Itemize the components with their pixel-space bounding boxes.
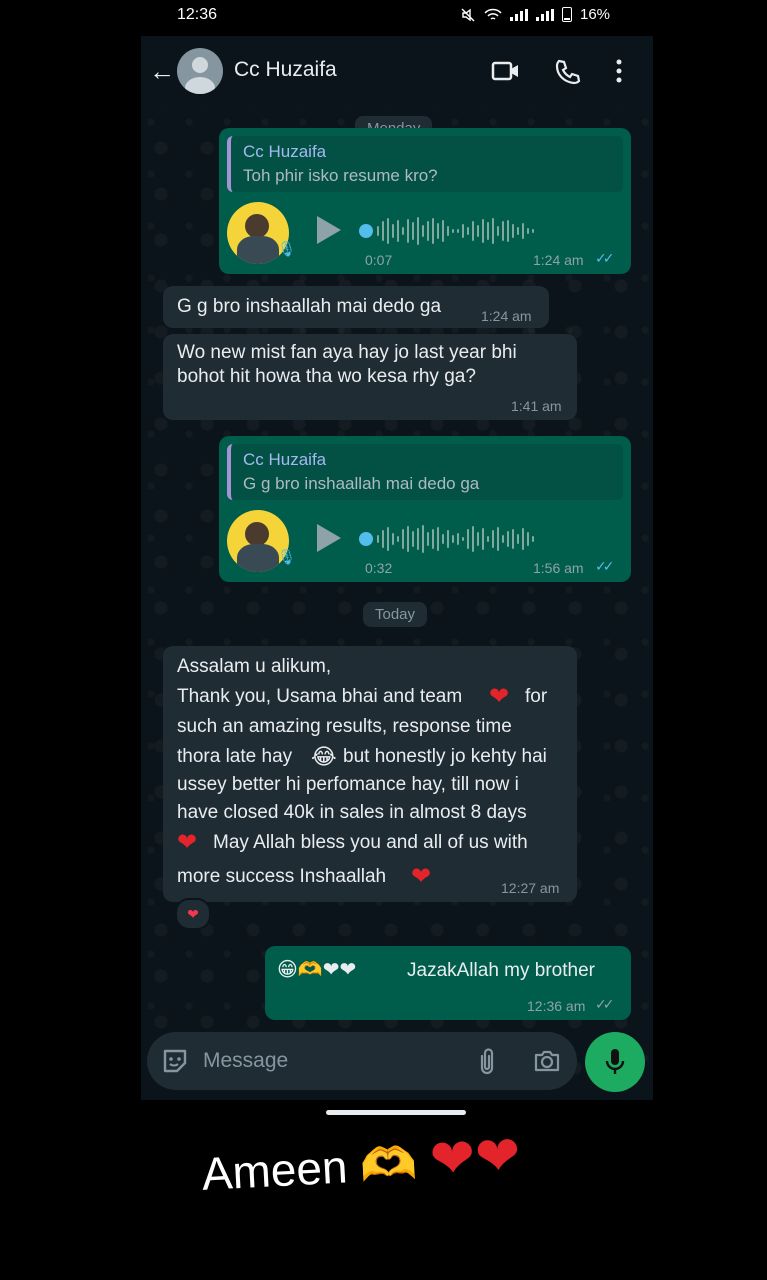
message-incoming[interactable]: Assalam u alikum, Thank you, Usama bhai … [163, 646, 577, 902]
attach-icon[interactable] [477, 1046, 497, 1076]
read-ticks-icon: ✓✓ [595, 558, 615, 574]
sticker-icon[interactable] [161, 1047, 189, 1075]
heart-hands-emoji: 🫶 [358, 1136, 419, 1192]
message-text-line: thora late hay [177, 746, 293, 767]
message-text: JazakAllah my brother [407, 960, 595, 981]
seek-handle[interactable] [359, 224, 373, 238]
message-text-line: Assalam u alikum, [177, 656, 332, 677]
message-time: 1:56 am [533, 560, 584, 576]
voice-duration: 0:32 [365, 560, 393, 576]
wifi-icon [484, 8, 502, 20]
message-text-line: have closed 40k in sales in almost 8 day… [177, 802, 527, 823]
reaction-badge[interactable]: ❤ [175, 898, 211, 930]
quoted-message[interactable]: Cc Huzaifa Toh phir isko resume kro? [227, 136, 623, 192]
voice-message-outgoing[interactable]: Cc Huzaifa G g bro inshaallah mai dedo g… [219, 436, 631, 582]
voice-call-icon[interactable] [553, 58, 581, 86]
waveform[interactable] [377, 216, 534, 246]
more-options-icon[interactable] [615, 58, 623, 86]
signal-icon-2 [536, 8, 554, 21]
message-time: 1:24 am [533, 252, 584, 268]
signal-icon [510, 8, 528, 21]
voice-duration: 0:07 [365, 252, 393, 268]
heart-emoji: ❤ [489, 683, 510, 710]
message-text-line: but honestly jo kehty hai [343, 746, 547, 767]
status-bar: 12:36 16% [0, 0, 767, 32]
home-indicator[interactable] [326, 1110, 466, 1115]
message-time: 1:41 am [511, 398, 562, 414]
quoted-message[interactable]: Cc Huzaifa G g bro inshaallah mai dedo g… [227, 444, 623, 500]
quoted-text: G g bro inshaallah mai dedo ga [243, 474, 480, 493]
play-icon[interactable] [317, 216, 341, 244]
mic-badge-icon: 🎙 [277, 241, 297, 258]
read-ticks-icon: ✓✓ [595, 250, 615, 266]
message-input[interactable]: Message [203, 1049, 288, 1073]
status-icons: 16% [460, 6, 610, 23]
message-outgoing[interactable]: 😁🫶❤❤ JazakAllah my brother 12:36 am ✓✓ [265, 946, 631, 1020]
seek-handle[interactable] [359, 532, 373, 546]
mute-icon [461, 8, 475, 21]
message-text-line: bohot hit howa tha wo kesa rhy ga? [177, 366, 476, 387]
mic-badge-icon: 🎙 [277, 549, 297, 566]
camera-icon[interactable] [533, 1048, 561, 1074]
laughing-emoji: 😂 [311, 744, 337, 769]
voice-message-outgoing[interactable]: Cc Huzaifa Toh phir isko resume kro? 🎙 0… [219, 128, 631, 274]
message-text-line: more success Inshaallah [177, 866, 387, 887]
chat-screen: ← Cc Huzaifa Monday Cc Huzaifa Toh phir … [141, 36, 653, 1100]
heart-emoji: ❤ [411, 863, 432, 890]
message-time: 12:36 am [527, 998, 586, 1014]
story-caption: Ameen 🫶 ❤❤ [200, 1123, 522, 1203]
waveform[interactable] [377, 524, 534, 554]
battery-level: 16% [580, 6, 611, 23]
avatar-icon[interactable] [177, 48, 223, 94]
mic-icon [605, 1049, 625, 1074]
message-time: 1:24 am [481, 308, 532, 324]
caption-hearts: ❤❤ [428, 1125, 522, 1190]
play-icon[interactable] [317, 524, 341, 552]
video-call-icon[interactable] [491, 58, 521, 84]
heart-emoji: ❤ [177, 829, 198, 856]
chat-header: ← Cc Huzaifa [141, 36, 653, 108]
delivered-ticks-icon: ✓✓ [595, 996, 615, 1012]
message-time: 12:27 am [501, 880, 560, 896]
battery-icon [562, 7, 572, 22]
message-input-bar[interactable]: Message [147, 1032, 577, 1090]
quoted-sender: Cc Huzaifa [243, 142, 327, 161]
quoted-sender: Cc Huzaifa [243, 450, 327, 469]
contact-name[interactable]: Cc Huzaifa [234, 58, 337, 82]
message-incoming[interactable]: G g bro inshaallah mai dedo ga 1:24 am [163, 286, 549, 328]
message-text-line: May Allah bless you and all of us with [213, 832, 528, 853]
caption-text: Ameen [200, 1140, 349, 1200]
message-text-line: for [525, 686, 548, 707]
back-arrow-icon[interactable]: ← [149, 56, 175, 87]
message-text-line: such an amazing results, response time [177, 716, 512, 737]
mic-button[interactable] [585, 1032, 645, 1092]
message-emojis: 😁🫶❤❤ [277, 959, 357, 981]
message-incoming[interactable]: Wo new mist fan aya hay jo last year bhi… [163, 334, 577, 420]
message-text: G g bro inshaallah mai dedo ga [177, 296, 442, 317]
quoted-text: Toh phir isko resume kro? [243, 166, 438, 185]
message-text-line: Thank you, Usama bhai and team [177, 686, 463, 707]
status-time: 12:36 [177, 6, 218, 23]
message-text-line: ussey better hi perfomance hay, till now… [177, 774, 519, 795]
date-pill-today: Today [363, 602, 428, 627]
